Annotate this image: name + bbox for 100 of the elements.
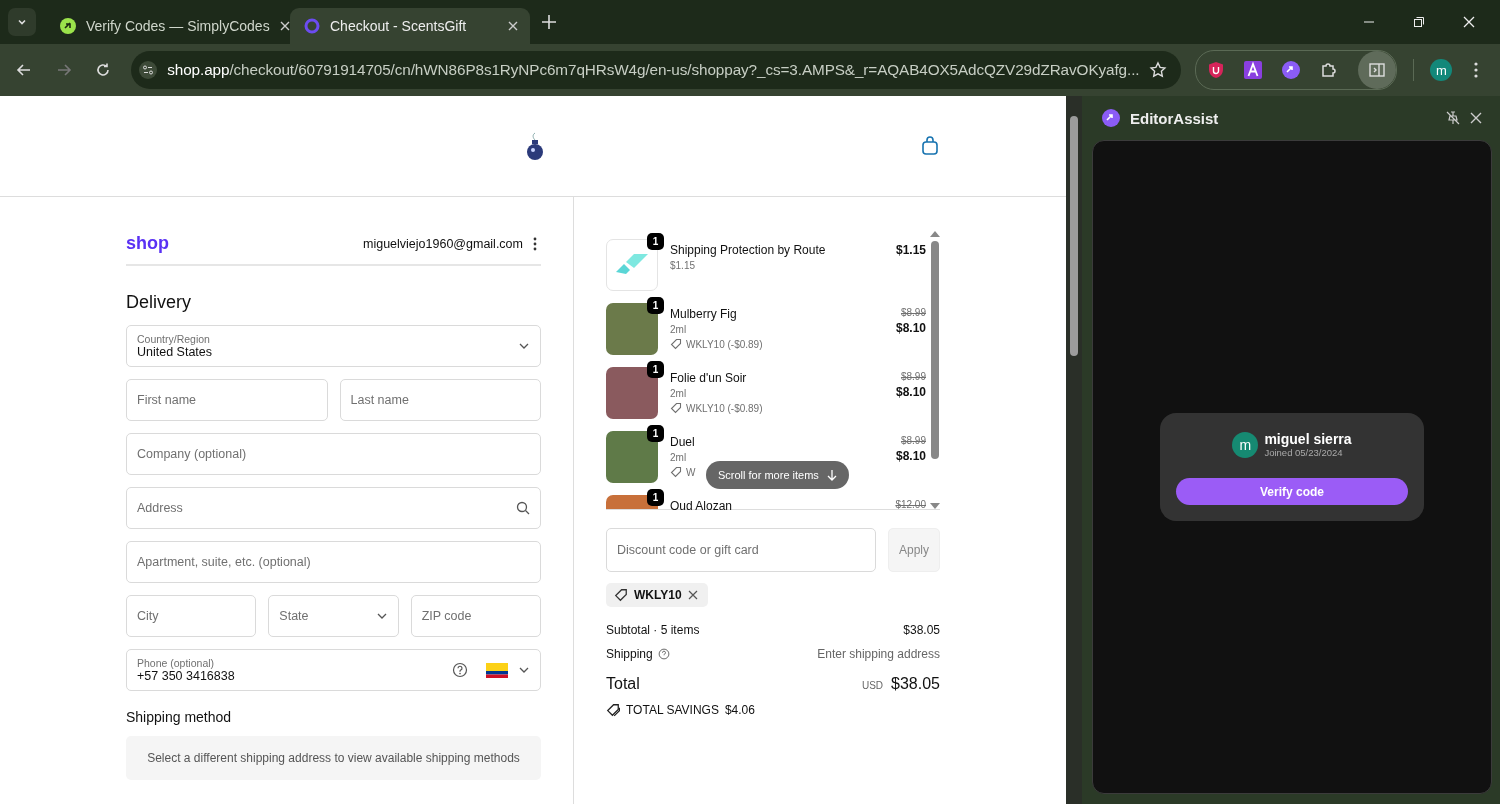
currency-code: USD [861,680,884,691]
quantity-badge: 1 [647,425,664,442]
back-arrow-icon [15,62,32,78]
close-icon [508,21,518,31]
tag-logo-icon [60,18,76,34]
item-variant: 2ml [670,324,688,335]
summary-value: Enter shipping address [817,647,940,661]
text-input-field[interactable]: First name [126,379,328,421]
unpin-icon[interactable] [1446,111,1460,125]
close-icon [279,21,290,31]
scroll-hint-pill[interactable]: Scroll for more items [706,461,849,489]
tab-title: Checkout - ScentsGift [330,18,468,34]
user-avatar: m [1232,431,1259,458]
savings-value: $4.06 [724,703,755,717]
route-logo-icon [614,254,650,276]
text-input-field[interactable]: Company (optional) [126,433,541,475]
browser-tab[interactable]: Verify Codes — SimplyCodes [46,8,286,44]
user-name: miguel sierra [1264,431,1352,447]
original-price: $12.00 [895,499,926,510]
shield-icon[interactable] [1208,61,1225,79]
text-input-field[interactable]: City [126,595,257,637]
search-icon [516,501,530,515]
item-name: Oud Alozan [670,499,734,513]
tag-extension-icon[interactable] [1282,61,1301,79]
verify-code-button[interactable]: Verify code [1176,478,1408,505]
puzzle-icon[interactable] [1320,61,1339,79]
item-price: $8.10 [895,385,926,399]
arrow-down-icon [826,469,837,481]
original-price: $8.99 [900,435,926,446]
quantity-badge: 1 [647,361,664,378]
phone-input-field[interactable]: Phone (optional) +57 350 3416838 [126,649,541,691]
remove-icon[interactable] [687,590,698,600]
reload-icon [95,62,112,78]
item-name: Duel [670,435,696,449]
original-price: $8.99 [900,371,926,382]
kebab-menu-icon[interactable] [533,236,537,251]
section-heading: Delivery [126,292,192,313]
item-name: Mulberry Fig [670,307,738,321]
country-select[interactable]: Country/Region United States [126,325,541,367]
address-input-field[interactable]: Address [126,487,541,529]
scrollbar[interactable] [930,231,940,509]
url-text: shop.app/checkout/60791914705/cn/hWN86P8s1RyNPc6m7qHRsW4g/en-us/shoppay?_cs=3.AMPS&_r=AQAB4OX5AdcQZV29dZRavOKyafg... [167,61,1140,79]
flag-icon[interactable] [486,662,508,678]
discount-label: WKLY10 (-$0.89) [686,402,763,414]
summary-label: Shipping [606,647,653,661]
account-email: miguelviejo1960@gmail.com [363,236,523,251]
tag-logo-icon [1102,109,1120,127]
code-label: WKLY10 [634,588,682,602]
text-input-field[interactable]: Last name [339,379,541,421]
section-heading: Shipping method [126,709,233,725]
profile-avatar[interactable]: m [1430,59,1453,81]
state-select[interactable]: State [268,595,399,637]
original-price: $8.99 [900,307,926,318]
text-input-field[interactable]: ZIP code [410,595,541,637]
browser-tab[interactable]: Checkout - ScentsGift [290,8,530,44]
help-icon[interactable] [452,662,468,678]
total-value: $38.05 [891,675,940,693]
tag-icon [670,338,682,350]
savings-label: TOTAL SAVINGS [626,703,719,717]
quantity-badge: 1 [647,489,664,506]
scrollbar[interactable] [1066,96,1082,804]
shopping-bag-icon[interactable] [921,136,939,156]
item-price: $8.10 [895,449,926,463]
address-bar[interactable]: shop.app/checkout/60791914705/cn/hWN86P8s1RyNPc6m7qHRsW4g/en-us/shoppay?_cs=3.AMPS&_r=AQAB4OX5AdcQZV29dZRavOKyafg... [131,51,1182,89]
total-label: Total [606,675,640,693]
tags-icon [606,703,620,717]
discount-label: W [686,466,696,478]
summary-label: Subtotal · 5 items [606,623,700,637]
apply-button[interactable]: Apply [888,528,940,572]
letter-extension-icon[interactable] [1244,61,1263,79]
tag-icon [670,466,682,478]
summary-value: $38.05 [903,623,940,637]
text-input-field[interactable]: Apartment, suite, etc. (optional) [126,541,541,583]
tag-icon [670,402,682,414]
discount-label: WKLY10 (-$0.89) [686,338,763,350]
close-icon [1463,16,1475,28]
plus-icon [542,15,556,29]
discount-code-field[interactable]: Discount code or gift card [606,528,876,572]
close-tab-button[interactable] [508,21,518,31]
item-variant: 2ml [670,388,688,399]
star-icon[interactable] [1149,61,1168,79]
item-price: $8.10 [895,321,926,335]
shipping-method-notice: Select a different shipping address to view available shipping methods [126,736,541,780]
item-name: Folie d'un Soir [670,371,748,385]
join-date: Joined 05/23/2024 [1264,447,1344,458]
forward-arrow-icon [55,62,72,78]
close-tab-button[interactable] [279,21,290,31]
kebab-menu-icon [1474,62,1479,78]
site-settings-icon [139,61,158,79]
side-panel-button[interactable] [1358,51,1397,89]
quantity-badge: 1 [647,233,664,250]
help-icon[interactable] [657,648,670,660]
item-variant: $1.15 [670,260,697,271]
close-icon[interactable] [1470,112,1482,124]
item-variant: 2ml [670,452,688,463]
restore-icon [1413,16,1425,28]
quantity-badge: 1 [647,297,664,314]
ring-logo-icon [304,18,320,34]
shop-logo: shop [126,233,170,254]
item-price: $1.15 [895,243,926,257]
